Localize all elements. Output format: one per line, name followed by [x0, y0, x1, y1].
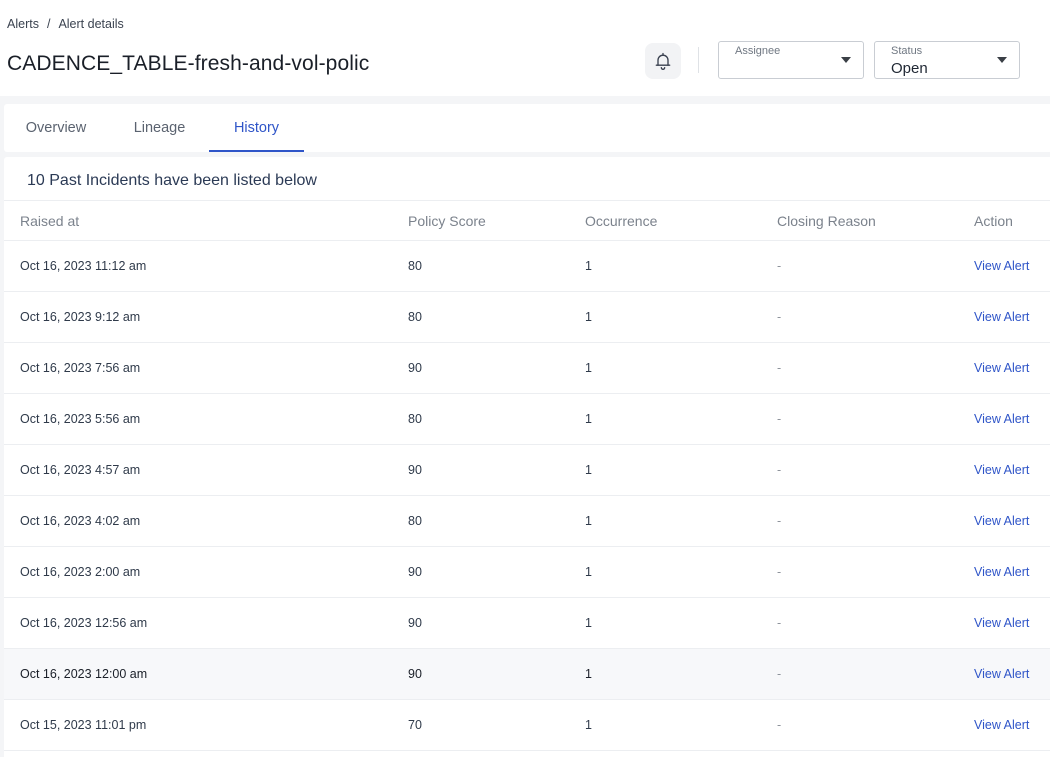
page-title: CADENCE_TABLE-fresh-and-vol-policy	[7, 52, 369, 75]
table-row: Oct 16, 2023 4:57 am 90 1 - View Alert	[4, 445, 1050, 496]
closing-reason-cell: -	[777, 361, 782, 375]
occurrence-cell: 1	[585, 412, 592, 426]
closing-reason-cell: -	[777, 310, 782, 324]
policy-score-cell: 90	[408, 463, 422, 477]
policy-score-cell: 90	[408, 616, 422, 630]
policy-score-cell: 80	[408, 310, 422, 324]
policy-score-cell: 80	[408, 514, 422, 528]
assignee-select[interactable]: Assignee	[718, 41, 864, 79]
closing-reason-cell: -	[777, 616, 782, 630]
occurrence-cell: 1	[585, 616, 592, 630]
occurrence-cell: 1	[585, 361, 592, 375]
table-row: Oct 16, 2023 12:00 am 90 1 - View Alert	[4, 649, 1050, 700]
closing-reason-cell: -	[777, 259, 782, 273]
view-alert-link[interactable]: View Alert	[974, 310, 1029, 324]
occurrence-cell: 1	[585, 463, 592, 477]
raised-at-cell: Oct 16, 2023 12:56 am	[20, 616, 148, 630]
view-alert-link[interactable]: View Alert	[974, 514, 1029, 528]
closing-reason-cell: -	[777, 514, 782, 528]
raised-at-cell: Oct 16, 2023 4:02 am	[20, 514, 141, 528]
status-value: Open	[891, 60, 928, 77]
view-alert-link[interactable]: View Alert	[974, 259, 1029, 273]
table-row: Oct 16, 2023 12:56 am 90 1 - View Alert	[4, 598, 1050, 649]
occurrence-cell: 1	[585, 565, 592, 579]
view-alert-link[interactable]: View Alert	[974, 667, 1029, 681]
breadcrumb-current: Alert details	[58, 17, 124, 31]
closing-reason-cell: -	[777, 718, 782, 732]
view-alert-link[interactable]: View Alert	[974, 361, 1029, 375]
occurrence-cell: 1	[585, 310, 592, 324]
view-alert-link[interactable]: View Alert	[974, 463, 1029, 477]
occurrence-cell: 1	[585, 667, 592, 681]
column-occurrence: Occurrence	[585, 213, 658, 229]
table-row: Oct 16, 2023 9:12 am 80 1 - View Alert	[4, 292, 1050, 343]
raised-at-cell: Oct 16, 2023 7:56 am	[20, 361, 141, 375]
column-raised-at: Raised at	[20, 213, 80, 229]
chevron-down-icon	[997, 57, 1007, 63]
incidents-summary: 10 Past Incidents have been listed below	[27, 172, 317, 189]
raised-at-cell: Oct 15, 2023 11:01 pm	[20, 718, 147, 732]
breadcrumb-separator: /	[46, 17, 51, 31]
table-body: Oct 16, 2023 11:12 am 80 1- View Alert Oct 1…	[4, 241, 1050, 751]
occurrence-cell: 1	[585, 718, 592, 732]
closing-reason-cell: -	[777, 565, 782, 579]
raised-at-cell: Oct 16, 2023 11:12 am	[20, 259, 147, 273]
policy-score-cell: 70	[408, 718, 422, 732]
raised-at-cell: Oct 16, 2023 2:00 am	[20, 565, 141, 579]
status-label: Status	[891, 45, 923, 57]
column-action: Action	[974, 213, 1013, 229]
page-header: Alerts / Alert details CADENCE_TABLE-fre…	[0, 0, 1050, 96]
status-select[interactable]: Status Open	[874, 41, 1020, 79]
chevron-down-icon	[841, 57, 851, 63]
breadcrumb-alerts-link[interactable]: Alerts	[7, 17, 39, 31]
view-alert-link[interactable]: View Alert	[974, 565, 1029, 579]
table-row: Oct 16, 2023 11:12 am 80 1 - View Alert	[4, 241, 1050, 292]
table-row: Oct 16, 2023 5:56 am 80 1 - View Alert	[4, 394, 1050, 445]
view-alert-link[interactable]: View Alert	[974, 616, 1029, 630]
breadcrumb: Alerts / Alert details	[7, 17, 124, 31]
assignee-label: Assignee	[735, 45, 781, 57]
tab-overview[interactable]: Overview	[4, 104, 108, 152]
closing-reason-cell: -	[777, 463, 782, 477]
header-divider	[698, 47, 699, 73]
notification-button[interactable]	[645, 43, 681, 79]
tab-bar: Overview Lineage History	[4, 104, 1050, 152]
view-alert-link[interactable]: View Alert	[974, 718, 1029, 732]
column-policy-score: Policy Score	[408, 213, 486, 229]
table-header: Raised at Policy Score Occurrence Closin…	[4, 200, 1050, 241]
table-row: Oct 16, 2023 7:56 am 90 1 - View Alert	[4, 343, 1050, 394]
table-row: Oct 16, 2023 2:00 am 90 1 - View Alert	[4, 547, 1050, 598]
policy-score-cell: 80	[408, 259, 422, 273]
column-closing-reason: Closing Reason	[777, 213, 876, 229]
policy-score-cell: 90	[408, 667, 422, 681]
occurrence-cell: 1	[585, 514, 592, 528]
table-row: Oct 16, 2023 4:02 am 80 1 - View Alert	[4, 496, 1050, 547]
table-row: Oct 15, 2023 11:01 pm 70 1 - View Alert	[4, 700, 1050, 751]
policy-score-cell: 80	[408, 412, 422, 426]
incidents-table: Raised at Policy Score Occurrence Closin…	[4, 200, 1050, 751]
bell-icon	[655, 52, 671, 70]
raised-at-cell: Oct 16, 2023 9:12 am	[20, 310, 141, 324]
raised-at-cell: Oct 16, 2023 4:57 am	[20, 463, 141, 477]
tab-lineage[interactable]: Lineage	[112, 104, 207, 152]
tab-history[interactable]: History	[209, 104, 304, 152]
occurrence-cell: 1	[585, 259, 592, 273]
policy-score-cell: 90	[408, 565, 422, 579]
raised-at-cell: Oct 16, 2023 12:00 am	[20, 667, 148, 681]
history-panel: 10 Past Incidents have been listed below…	[4, 157, 1050, 757]
closing-reason-cell: -	[777, 667, 782, 681]
policy-score-cell: 90	[408, 361, 422, 375]
view-alert-link[interactable]: View Alert	[974, 412, 1029, 426]
closing-reason-cell: -	[777, 412, 782, 426]
raised-at-cell: Oct 16, 2023 5:56 am	[20, 412, 141, 426]
